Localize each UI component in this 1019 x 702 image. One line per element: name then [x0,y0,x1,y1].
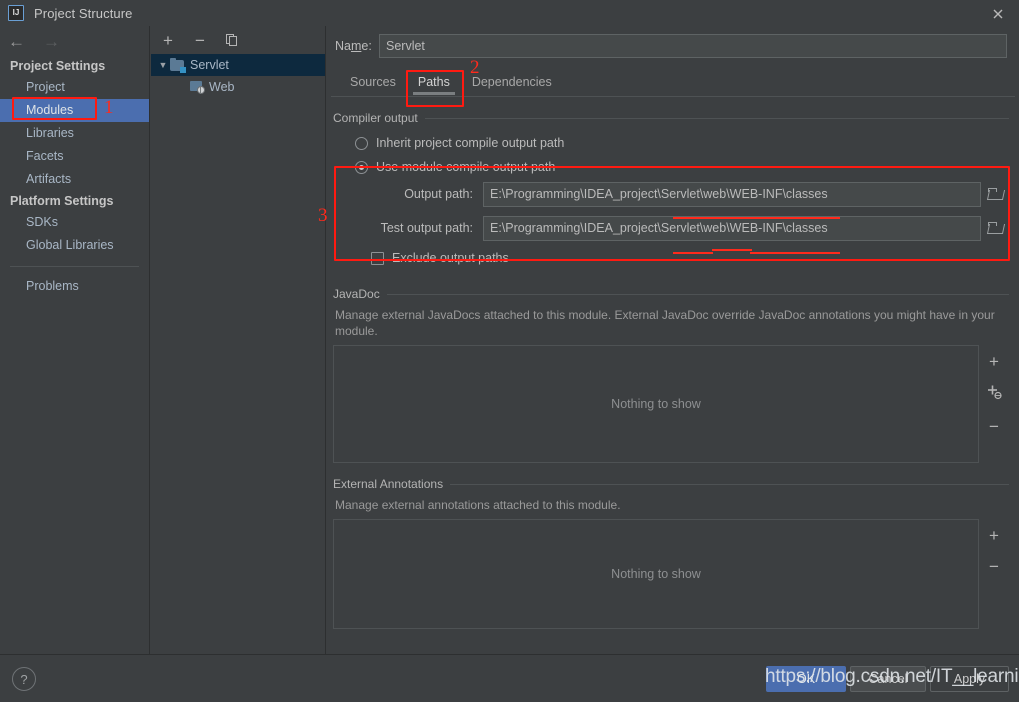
output-path-field[interactable]: E:\Programming\IDEA_project\Servlet\web\… [483,181,981,207]
module-name-row: Name: [327,26,1019,60]
forward-arrow-icon[interactable]: → [43,33,60,50]
sidebar-divider [10,266,139,267]
compiler-output-group: Compiler output Inherit project compile … [333,111,1009,271]
name-label-pre: Na [335,39,351,53]
add-module-button[interactable]: + [159,31,177,49]
paths-tab-content: Compiler output Inherit project compile … [327,97,1019,629]
help-button[interactable]: ? [12,667,36,691]
compiler-output-header: Compiler output [333,111,1009,125]
module-toolbar: + − [151,26,325,54]
module-tabs: Sources Paths Dependencies [327,64,1019,96]
tab-dependencies[interactable]: Dependencies [461,70,563,96]
javadoc-description: Manage external JavaDocs attached to thi… [335,308,995,338]
dialog-footer: ? OK Cancel Apply [0,654,1019,702]
inherit-output-radio-row[interactable]: Inherit project compile output path [355,131,1009,155]
javadoc-header: JavaDoc [333,287,1009,301]
javadoc-title: JavaDoc [333,287,380,301]
test-output-path-browse-icon[interactable] [981,217,1009,240]
cancel-button[interactable]: Cancel [850,666,926,692]
external-annotations-header: External Annotations [333,477,1009,491]
tab-paths[interactable]: Paths [407,70,461,96]
external-annotations-group: External Annotations Manage external ann… [333,477,1009,629]
window-title: Project Structure [34,5,133,21]
copy-module-icon[interactable] [223,31,241,49]
close-icon[interactable] [987,4,1009,24]
javadoc-list-wrap: Nothing to show + − [333,345,1009,463]
name-label-mnemonic: m [350,39,362,53]
external-annotations-add-button[interactable]: + [989,527,999,544]
inherit-output-radio[interactable] [355,136,368,150]
javadoc-group: JavaDoc Manage external JavaDocs attache… [333,287,1009,463]
tab-sources[interactable]: Sources [339,70,407,96]
sidebar-item-modules[interactable]: Modules [0,99,149,122]
test-output-path-label: Test output path: [380,221,473,235]
chevron-down-icon[interactable]: ▼ [156,60,170,70]
back-arrow-icon[interactable]: ← [8,33,25,50]
external-annotations-list-wrap: Nothing to show + − [333,519,1009,629]
javadoc-empty-text: Nothing to show [611,397,701,411]
module-settings-panel: Name: Sources Paths Dependencies Compile… [327,26,1019,654]
web-facet-icon [189,80,205,94]
tree-item-label: Web [209,80,235,94]
test-output-path-row: Test output path: E:\Programming\IDEA_pr… [355,213,1009,243]
sidebar-item-project[interactable]: Project [0,76,149,99]
intellij-logo-icon: IJ [8,5,24,21]
javadoc-list-buttons: + − [979,345,1009,463]
sidebar-item-facets[interactable]: Facets [0,145,149,168]
test-output-path-field[interactable]: E:\Programming\IDEA_project\Servlet\web\… [483,215,981,241]
exclude-output-paths-checkbox[interactable] [371,251,384,265]
project-structure-dialog: IJ Project Structure ← → Project Setting… [0,0,1019,702]
external-annotations-description: Manage external annotations attached to … [335,498,621,512]
javadoc-add-url-icon[interactable] [986,384,1002,404]
module-name-input[interactable] [379,34,1007,58]
javadoc-remove-button[interactable]: − [989,418,999,435]
output-path-label: Output path: [404,187,473,201]
external-annotations-title: External Annotations [333,477,444,491]
use-module-output-label[interactable]: Use module compile output path [376,160,555,174]
external-annotations-list-buttons: + − [979,519,1009,629]
remove-module-button[interactable]: − [191,31,209,49]
compiler-output-module-section: Use module compile output path Output pa… [333,155,1009,243]
settings-sidebar: ← → Project Settings Project Modules Lib… [0,26,150,654]
group-divider-line [424,117,1009,119]
tree-item-web[interactable]: Web [151,76,325,98]
sidebar-group-project-settings: Project Settings [10,59,106,73]
group-divider-line [386,293,1009,295]
javadoc-add-button[interactable]: + [989,353,999,370]
sidebar-item-global-libraries[interactable]: Global Libraries [0,234,149,257]
output-path-row: Output path: E:\Programming\IDEA_project… [355,179,1009,209]
tree-item-label: Servlet [190,58,229,72]
module-name-label: Name: [335,39,379,53]
exclude-output-paths-row[interactable]: Exclude output paths [371,245,1009,271]
sidebar-item-problems[interactable]: Problems [0,275,149,298]
name-label-post: e: [361,39,372,53]
group-divider-line [450,483,1009,485]
tree-item-servlet[interactable]: ▼ Servlet [151,54,325,76]
external-annotations-empty-text: Nothing to show [611,567,701,581]
sidebar-group-platform-settings: Platform Settings [10,194,114,208]
output-path-browse-icon[interactable] [981,183,1009,206]
title-bar: IJ Project Structure [0,0,1019,26]
use-module-output-radio[interactable] [355,160,368,174]
external-annotations-list[interactable]: Nothing to show [333,519,979,629]
sidebar-navigation: ← → [0,26,149,56]
sidebar-item-libraries[interactable]: Libraries [0,122,149,145]
module-list-panel: + − ▼ Servlet Web [151,26,326,654]
sidebar-item-artifacts[interactable]: Artifacts [0,168,149,191]
javadoc-list[interactable]: Nothing to show [333,345,979,463]
apply-button[interactable]: Apply [930,666,1009,692]
exclude-output-paths-label[interactable]: Exclude output paths [392,251,509,265]
ok-button[interactable]: OK [766,666,846,692]
inherit-output-label[interactable]: Inherit project compile output path [376,136,564,150]
module-folder-icon [170,57,186,73]
test-output-path-value: E:\Programming\IDEA_project\Servlet\web\… [490,221,828,235]
sidebar-item-sdks[interactable]: SDKs [0,211,149,234]
external-annotations-remove-button[interactable]: − [989,558,999,575]
output-path-value: E:\Programming\IDEA_project\Servlet\web\… [490,187,828,201]
compiler-output-title: Compiler output [333,111,418,125]
use-module-output-radio-row[interactable]: Use module compile output path [355,155,1009,179]
